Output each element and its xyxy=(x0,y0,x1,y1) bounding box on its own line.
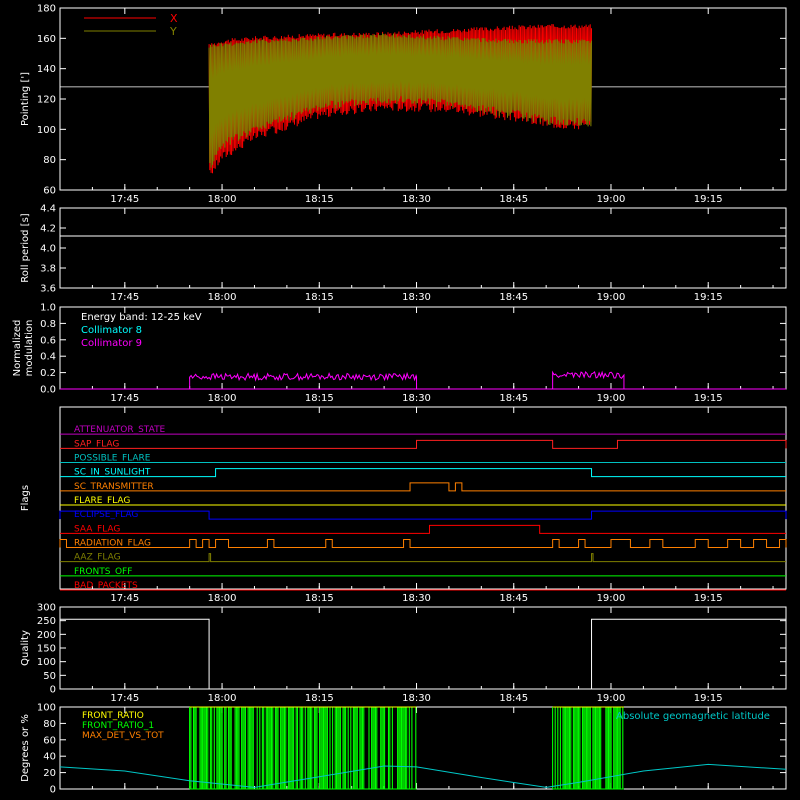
x-tick-label: 19:00 xyxy=(597,593,626,604)
y-tick-label: 3.6 xyxy=(40,284,56,295)
legend-label-y: Y xyxy=(169,25,177,38)
x-tick-label: 18:00 xyxy=(208,593,237,604)
legend-collimator9: Collimator 9 xyxy=(81,338,142,349)
y-tick-label: 4.0 xyxy=(40,244,56,255)
x-tick-label: 18:45 xyxy=(499,194,528,205)
y-tick-label: 40 xyxy=(43,752,56,763)
y-tick-label: 120 xyxy=(37,95,56,106)
flag-label-sc-transmitter: SC_TRANSMITTER xyxy=(74,482,154,492)
y-tick-label: 160 xyxy=(37,34,56,45)
flag-label-sap-flag: SAP_FLAG xyxy=(74,439,119,449)
y-tick-label: 0 xyxy=(50,785,56,796)
y-axis-label: Normalized xyxy=(12,320,23,377)
legend-collimator8: Collimator 8 xyxy=(81,325,142,336)
y-tick-label: 180 xyxy=(37,4,56,15)
y-tick-label: 3.8 xyxy=(40,264,56,275)
x-tick-label: 18:00 xyxy=(208,393,237,404)
x-tick-label: 18:15 xyxy=(305,593,334,604)
x-tick-label: 17:45 xyxy=(110,292,139,303)
flag-label-aaz-flag: AAZ_FLAG xyxy=(74,553,121,563)
y-axis-label: Degrees or % xyxy=(20,714,31,782)
x-tick-label: 18:15 xyxy=(305,292,334,303)
x-tick-label: 18:30 xyxy=(402,393,431,404)
x-tick-label: 19:15 xyxy=(694,194,723,205)
x-tick-label: 17:45 xyxy=(110,593,139,604)
y-tick-label: 140 xyxy=(37,64,56,75)
y-tick-label: 4.2 xyxy=(40,224,56,235)
legend-geomagnetic-latitude: Absolute geomagnetic latitude xyxy=(616,711,770,722)
flag-label-bad-packets: BAD_PACKETS xyxy=(74,581,138,591)
x-tick-label: 18:45 xyxy=(499,693,528,704)
x-tick-label: 18:00 xyxy=(208,194,237,205)
x-tick-label: 19:00 xyxy=(597,393,626,404)
y-axis-label: Quality xyxy=(20,630,31,666)
x-tick-label: 18:00 xyxy=(208,292,237,303)
x-tick-label: 18:00 xyxy=(208,693,237,704)
x-tick-label: 18:45 xyxy=(499,593,528,604)
x-tick-label: 17:45 xyxy=(110,393,139,404)
y-tick-label: 80 xyxy=(43,719,56,730)
x-tick-label: 18:30 xyxy=(402,194,431,205)
y-axis-label: Flags xyxy=(20,485,31,511)
x-tick-label: 18:30 xyxy=(402,693,431,704)
legend-front-ratio-1: FRONT_RATIO_1 xyxy=(82,721,154,731)
legend-front-ratio: FRONT_RATIO xyxy=(82,711,144,721)
x-tick-label: 19:15 xyxy=(694,693,723,704)
x-tick-label: 17:45 xyxy=(110,693,139,704)
y-tick-label: 0.4 xyxy=(40,352,56,363)
x-tick-label: 19:15 xyxy=(694,393,723,404)
x-tick-label: 17:45 xyxy=(110,194,139,205)
x-tick-label: 18:15 xyxy=(305,194,334,205)
y-tick-label: 50 xyxy=(43,671,56,682)
energy-band-annotation: Energy band: 12-25 keV xyxy=(81,312,202,323)
rhessi-quicklook-figure: 17:45 18:00 18:15 18:30 18:45 19:00 19:15 60 80 1… xyxy=(0,0,800,800)
y-tick-label: 300 xyxy=(37,603,56,614)
y-axis-label: Roll period [s] xyxy=(20,213,31,282)
flag-label-saa-flag: SAA_FLAG xyxy=(74,524,120,534)
y-axis-label: Pointing ['] xyxy=(20,72,31,126)
y-tick-label: 100 xyxy=(37,657,56,668)
x-tick-label: 19:15 xyxy=(694,593,723,604)
x-tick-label: 18:15 xyxy=(305,393,334,404)
x-tick-label: 18:30 xyxy=(402,292,431,303)
x-tick-label: 19:00 xyxy=(597,292,626,303)
y-tick-label: 60 xyxy=(43,186,56,197)
y-tick-label: 100 xyxy=(37,703,56,714)
y-tick-label: 80 xyxy=(43,155,56,166)
y-tick-label: 150 xyxy=(37,644,56,655)
x-tick-label: 18:15 xyxy=(305,693,334,704)
y-tick-label: 100 xyxy=(37,125,56,136)
flag-label-flare-flag: FLARE_FLAG xyxy=(74,496,130,506)
x-tick-label: 19:00 xyxy=(597,194,626,205)
y-tick-label: 60 xyxy=(43,735,56,746)
flag-label-fronts-off: FRONTS_OFF xyxy=(74,567,132,577)
y-tick-label: 200 xyxy=(37,630,56,641)
x-tick-label: 19:15 xyxy=(694,292,723,303)
y-tick-label: 250 xyxy=(37,616,56,627)
y-tick-label: 0 xyxy=(50,685,56,696)
x-tick-label: 19:00 xyxy=(597,693,626,704)
y-tick-label: 1.0 xyxy=(40,303,56,314)
y-tick-label: 4.4 xyxy=(40,204,56,215)
x-tick-label: 18:45 xyxy=(499,393,528,404)
y-tick-label: 0.2 xyxy=(40,368,56,379)
flag-label-eclipse-flag: ECLIPSE_FLAG xyxy=(74,510,138,520)
x-tick-label: 18:30 xyxy=(402,593,431,604)
flag-label-sc-in-sunlight: SC_IN_SUNLIGHT xyxy=(74,468,151,478)
legend-max-det-vs-tot: MAX_DET_VS_TOT xyxy=(82,731,164,741)
x-tick-label: 18:45 xyxy=(499,292,528,303)
y-tick-label: 0.0 xyxy=(40,385,56,396)
y-tick-label: 0.6 xyxy=(40,335,56,346)
flag-label-possible-flare: POSSIBLE_FLARE xyxy=(74,454,151,464)
y-axis-label: modulation xyxy=(24,320,35,377)
y-tick-label: 20 xyxy=(43,768,56,779)
legend-label-x: X xyxy=(170,12,178,25)
flag-label-radiation-flag: RADIATION_FLAG xyxy=(74,539,151,549)
y-tick-label: 0.8 xyxy=(40,319,56,330)
flag-label-attenuator-state: ATTENUATOR_STATE xyxy=(74,425,166,435)
